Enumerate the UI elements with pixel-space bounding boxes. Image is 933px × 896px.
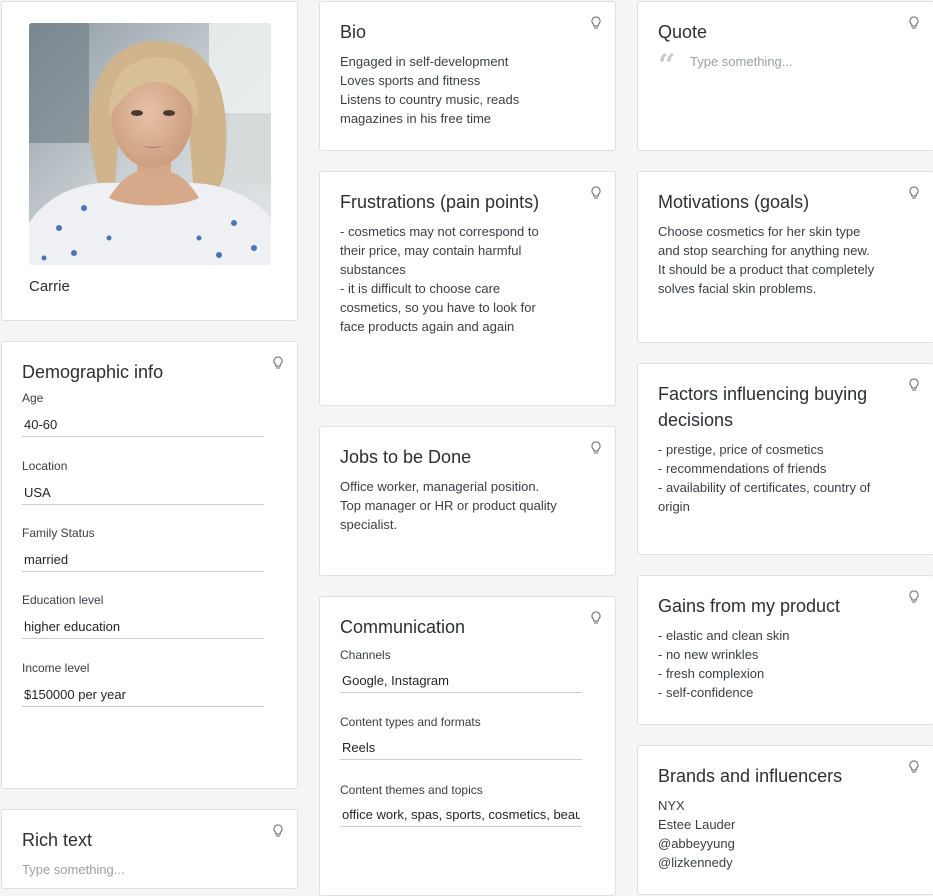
motivations-title: Motivations (goals) [658,192,810,212]
content-themes-label: Content themes and topics [340,783,483,797]
rich-text-card: Rich text Type something... [1,809,298,889]
demographic-info-card: Demographic info Age Location Family Sta… [1,341,298,789]
frustrations-text[interactable]: - cosmetics may not correspond to their … [340,222,595,336]
brands-line: @abbeyyung [658,836,735,851]
frustrations-card: Frustrations (pain points) - cosmetics m… [319,171,616,406]
lightbulb-icon[interactable] [908,590,920,604]
buying-factors-line: origin [658,499,690,514]
gains-line: - elastic and clean skin [658,628,790,643]
family-status-label: Family Status [22,526,95,540]
bio-line: Listens to country music, reads [340,92,520,107]
channels-label: Channels [340,648,391,662]
motivations-line: Choose cosmetics for her skin type [658,224,861,239]
bio-text[interactable]: Engaged in self-development Loves sports… [340,52,595,128]
age-label: Age [22,391,44,405]
jobs-to-be-done-text[interactable]: Office worker, managerial position. Top … [340,477,595,534]
demographic-info-title: Demographic info [22,362,164,382]
buying-factors-line: - prestige, price of cosmetics [658,442,824,457]
brands-line: NYX [658,798,685,813]
motivations-card: Motivations (goals) Choose cosmetics for… [637,171,933,343]
lightbulb-icon[interactable] [908,16,920,30]
quote-icon: “ [658,48,676,83]
income-level-label: Income level [22,661,90,675]
buying-factors-line: - recommendations of friends [658,461,827,476]
communication-title: Communication [340,617,466,637]
motivations-line: It should be a product that completely [658,262,875,277]
communication-card: Communication Channels Content types and… [319,596,616,896]
rich-text-placeholder[interactable]: Type something... [22,860,277,879]
gains-line: - fresh complexion [658,666,765,681]
bio-card: Bio Engaged in self-development Loves sp… [319,1,616,151]
frustrations-line: face products again and again [340,319,515,334]
motivations-line: and stop searching for anything new. [658,243,870,258]
brands-line: @lizkennedy [658,855,733,870]
income-level-field[interactable] [22,683,264,707]
brands-text[interactable]: NYX Estee Lauder @abbeyyung @lizkennedy [658,796,913,872]
content-types-label: Content types and formats [340,715,481,729]
persona-name[interactable]: Carrie [29,278,70,295]
channels-field[interactable] [340,669,582,693]
jobs-to-be-done-card: Jobs to be Done Office worker, manageria… [319,426,616,576]
rich-text-title: Rich text [22,830,93,850]
education-level-label: Education level [22,593,104,607]
bio-line: magazines in his free time [340,111,492,126]
frustrations-line: - cosmetics may not correspond to [340,224,539,239]
gains-text[interactable]: - elastic and clean skin - no new wrinkl… [658,626,913,702]
bio-line: Loves sports and fitness [340,73,481,88]
jobs-line: Top manager or HR or product quality [340,498,557,513]
gains-card: Gains from my product - elastic and clea… [637,575,933,725]
buying-factors-title-line: decisions [658,410,734,430]
lightbulb-icon[interactable] [590,186,602,200]
buying-factors-title-line: Factors influencing buying [658,384,868,404]
location-label: Location [22,459,68,473]
motivations-text[interactable]: Choose cosmetics for her skin type and s… [658,222,913,298]
frustrations-line: substances [340,262,406,277]
buying-factors-card: Factors influencing buying decisions - p… [637,363,933,555]
lightbulb-icon[interactable] [590,441,602,455]
buying-factors-line: - availability of certificates, country … [658,480,871,495]
lightbulb-icon[interactable] [908,760,920,774]
motivations-line: solves facial skin problems. [658,281,817,296]
brands-card: Brands and influencers NYX Estee Lauder … [637,745,933,895]
lightbulb-icon[interactable] [590,16,602,30]
bio-title: Bio [340,22,367,42]
location-field[interactable] [22,481,264,505]
age-field[interactable] [22,413,264,437]
frustrations-line: cosmetics, so you have to look for [340,300,536,315]
persona-photo[interactable] [29,23,271,265]
bio-line: Engaged in self-development [340,54,509,69]
buying-factors-title: Factors influencing buying decisions [658,381,897,433]
jobs-line: Office worker, managerial position. [340,479,540,494]
gains-line: - no new wrinkles [658,647,759,662]
content-types-field[interactable] [340,736,582,760]
lightbulb-icon[interactable] [590,611,602,625]
frustrations-line: - it is difficult to choose care [340,281,501,296]
lightbulb-icon[interactable] [908,186,920,200]
quote-card: Quote “ Type something... [637,1,933,151]
quote-placeholder[interactable]: Type something... [690,52,913,71]
lightbulb-icon[interactable] [908,378,920,392]
persona-photo-card: Carrie [1,1,298,321]
quote-title: Quote [658,22,708,42]
frustrations-line: their price, may contain harmful [340,243,522,258]
buying-factors-text[interactable]: - prestige, price of cosmetics - recomme… [658,440,913,516]
lightbulb-icon[interactable] [272,356,284,370]
jobs-to-be-done-title: Jobs to be Done [340,447,472,467]
content-themes-field[interactable] [340,803,582,827]
persona-portrait-image [29,23,271,265]
frustrations-title: Frustrations (pain points) [340,192,540,212]
gains-title: Gains from my product [658,596,841,616]
family-status-field[interactable] [22,548,264,572]
jobs-line: specialist. [340,517,398,532]
education-level-field[interactable] [22,615,264,639]
gains-line: - self-confidence [658,685,754,700]
brands-title: Brands and influencers [658,766,843,786]
lightbulb-icon[interactable] [272,824,284,838]
brands-line: Estee Lauder [658,817,736,832]
